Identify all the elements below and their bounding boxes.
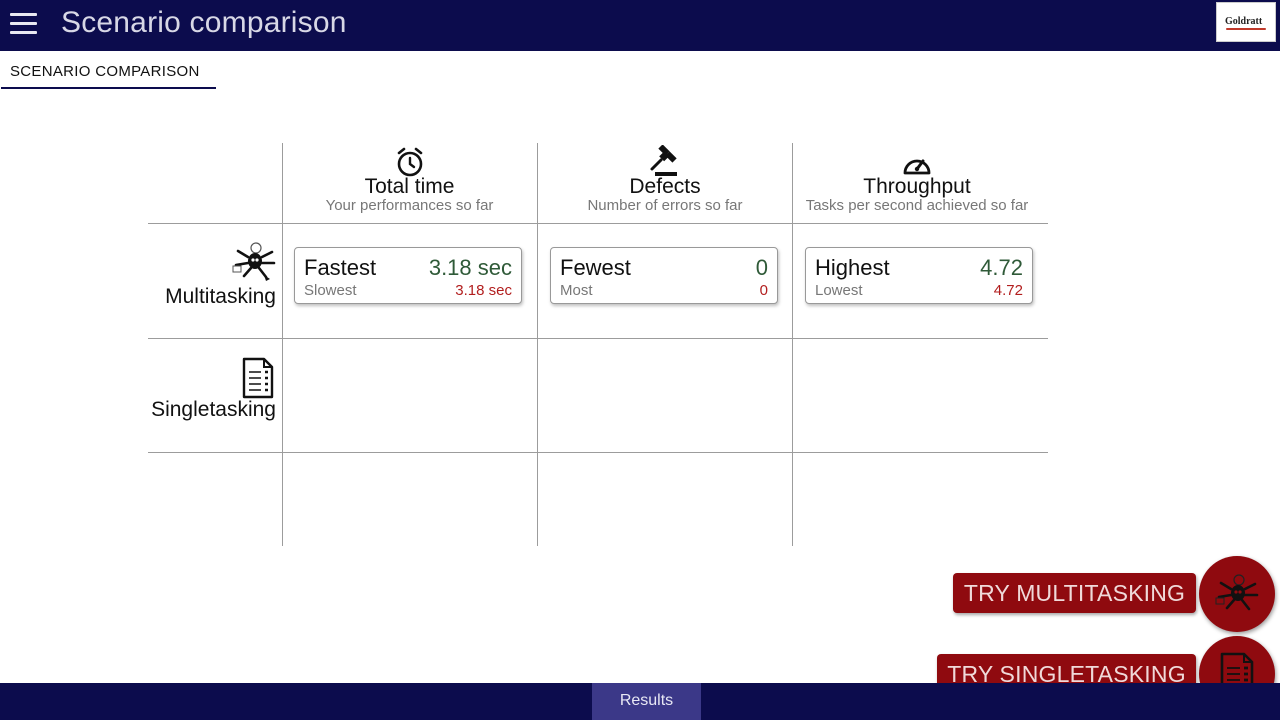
row-header-multitasking: Multitasking bbox=[142, 241, 276, 309]
result-card-total-time: Fastest 3.18 sec Slowest 3.18 sec bbox=[294, 247, 522, 304]
row-header-singletasking: Singletasking bbox=[142, 357, 276, 422]
tab-results[interactable]: Results bbox=[592, 683, 701, 720]
worst-value: 4.72 bbox=[993, 282, 1023, 299]
result-card-defects: Fewest 0 Most 0 bbox=[550, 247, 778, 304]
grid-divider bbox=[148, 452, 1048, 453]
result-card-throughput: Highest 4.72 Lowest 4.72 bbox=[805, 247, 1033, 304]
page-title: Scenario comparison bbox=[61, 6, 347, 39]
speedometer-icon bbox=[903, 159, 931, 175]
best-value: 0 bbox=[755, 255, 768, 280]
column-title: Throughput bbox=[863, 175, 971, 198]
best-value: 4.72 bbox=[980, 255, 1023, 280]
grid-divider bbox=[148, 223, 1048, 224]
multitasking-figure-icon bbox=[232, 242, 276, 281]
row-label: Multitasking bbox=[165, 285, 276, 308]
column-subtitle: Number of errors so far bbox=[587, 197, 743, 214]
alarm-clock-icon bbox=[397, 147, 422, 177]
worst-value: 0 bbox=[759, 282, 768, 299]
best-value: 3.18 sec bbox=[428, 255, 512, 280]
gavel-icon bbox=[650, 145, 677, 176]
worst-value: 3.18 sec bbox=[455, 282, 512, 299]
bottom-nav-bar: Results bbox=[0, 683, 1280, 720]
multitasking-figure-icon bbox=[1215, 574, 1259, 611]
column-header-total-time: Total time Your performances so far bbox=[282, 143, 537, 214]
column-subtitle: Your performances so far bbox=[325, 197, 494, 214]
hamburger-menu-icon[interactable] bbox=[10, 13, 37, 35]
column-title: Defects bbox=[629, 175, 701, 198]
column-subtitle: Tasks per second achieved so far bbox=[805, 197, 1029, 214]
top-app-bar: Scenario comparison Goldratt bbox=[0, 0, 1280, 51]
try-multitasking-button[interactable]: TRY MULTITASKING bbox=[953, 573, 1196, 613]
try-multitasking-fab[interactable] bbox=[1199, 556, 1275, 632]
column-header-throughput: Throughput Tasks per second achieved so … bbox=[792, 143, 1042, 214]
column-title: Total time bbox=[364, 175, 455, 198]
goldratt-logo: Goldratt bbox=[1216, 2, 1276, 42]
row-label: Singletasking bbox=[151, 398, 276, 421]
document-list-icon bbox=[242, 357, 274, 399]
tab-scenario-comparison[interactable]: SCENARIO COMPARISON bbox=[1, 59, 216, 89]
grid-divider bbox=[148, 338, 1048, 339]
column-header-defects: Defects Number of errors so far bbox=[537, 143, 793, 214]
